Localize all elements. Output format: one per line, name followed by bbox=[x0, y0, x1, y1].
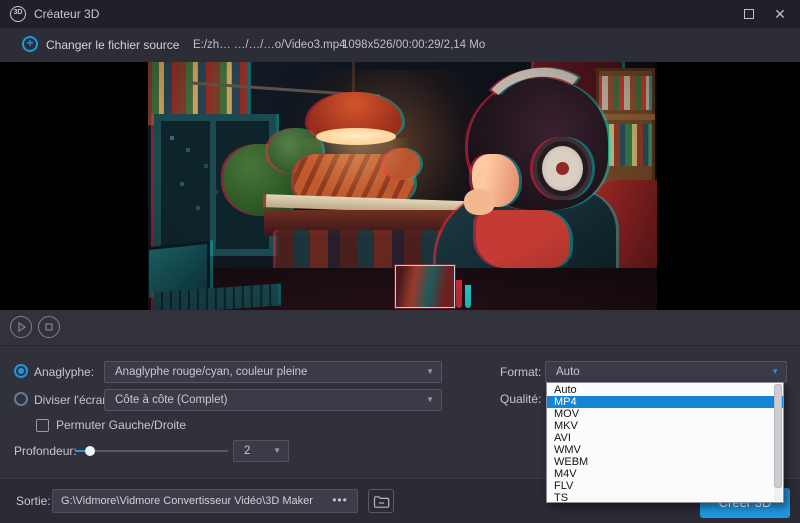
format-dropdown-list: Auto MP4 MOV MKV AVI WMV WEBM M4V FLV TS bbox=[546, 382, 784, 504]
folder-icon bbox=[373, 496, 390, 508]
quality-label: Qualité: bbox=[500, 392, 542, 406]
split-screen-select[interactable]: Côte à côte (Complet) ▼ bbox=[104, 389, 442, 411]
window-title: Créateur 3D bbox=[34, 7, 100, 21]
preview-zoom-box[interactable] bbox=[395, 265, 455, 308]
output-path-field[interactable] bbox=[52, 489, 358, 513]
chevron-down-icon: ▼ bbox=[426, 395, 434, 404]
format-option[interactable]: TS bbox=[547, 492, 783, 504]
play-button[interactable] bbox=[10, 316, 32, 338]
depth-label: Profondeur: bbox=[14, 444, 77, 458]
format-label: Format: bbox=[500, 365, 542, 379]
split-screen-label: Diviser l'écran: bbox=[34, 393, 113, 407]
depth-slider[interactable] bbox=[75, 450, 228, 452]
app-logo-icon: 3D bbox=[10, 6, 26, 22]
toolbar: + Changer le fichier source E:/zh… …/…/…… bbox=[0, 28, 800, 62]
output-label: Sortie: bbox=[16, 494, 51, 508]
chevron-down-icon: ▼ bbox=[426, 367, 434, 376]
format-options: Auto MP4 MOV MKV AVI WMV WEBM M4V FLV TS bbox=[547, 383, 783, 504]
anaglyph-radio[interactable] bbox=[14, 364, 28, 378]
format-option-selected[interactable]: MP4 bbox=[547, 396, 783, 408]
swap-left-right-checkbox[interactable] bbox=[36, 419, 49, 432]
add-source-icon[interactable]: + bbox=[22, 36, 38, 52]
depth-slider-thumb[interactable] bbox=[85, 446, 95, 456]
format-option[interactable]: Auto bbox=[547, 384, 783, 396]
open-folder-button[interactable] bbox=[368, 489, 394, 513]
format-option[interactable]: MKV bbox=[547, 420, 783, 432]
format-select[interactable]: Auto ▼ bbox=[545, 361, 787, 383]
change-source-button[interactable]: Changer le fichier source bbox=[46, 28, 179, 62]
maximize-button[interactable] bbox=[744, 9, 754, 19]
title-bar: 3D Créateur 3D ✕ bbox=[0, 0, 800, 28]
chevron-down-icon: ▼ bbox=[273, 446, 281, 455]
format-option[interactable]: M4V bbox=[547, 468, 783, 480]
chevron-down-icon: ▼ bbox=[771, 367, 779, 376]
anaglyph-label: Anaglyphe: bbox=[34, 365, 95, 379]
anaglyph-select[interactable]: Anaglyphe rouge/cyan, couleur pleine ▼ bbox=[104, 361, 442, 383]
player-bar: 00:00:00.00/00:00:29.08 bbox=[0, 310, 800, 345]
file-info: 1098x526/00:00:29/2,14 Mo bbox=[342, 39, 486, 51]
format-option[interactable]: MOV bbox=[547, 408, 783, 420]
format-option[interactable]: AVI bbox=[547, 432, 783, 444]
close-button[interactable]: ✕ bbox=[772, 6, 788, 22]
file-path: E:/zh… …/…/…o/Video3.mp4 bbox=[193, 39, 346, 51]
video-preview bbox=[148, 62, 657, 310]
format-option[interactable]: WMV bbox=[547, 444, 783, 456]
format-option[interactable]: FLV bbox=[547, 480, 783, 492]
browse-button[interactable]: ••• bbox=[326, 489, 354, 513]
split-screen-radio[interactable] bbox=[14, 392, 28, 406]
format-option[interactable]: WEBM bbox=[547, 456, 783, 468]
dropdown-scrollbar-thumb[interactable] bbox=[774, 384, 782, 488]
app-window: 3D Créateur 3D ✕ + Changer le fichier so… bbox=[0, 0, 800, 523]
swap-left-right-label: Permuter Gauche/Droite bbox=[56, 418, 187, 432]
stop-button[interactable] bbox=[38, 316, 60, 338]
video-stage bbox=[0, 62, 800, 310]
depth-select[interactable]: 2 ▼ bbox=[233, 440, 289, 462]
